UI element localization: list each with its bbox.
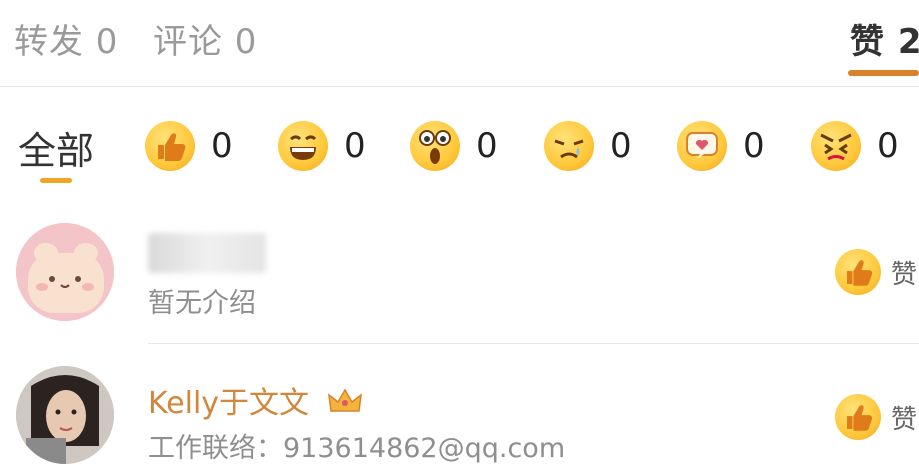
like-label: 赞 — [890, 259, 917, 290]
like-label: 赞 — [890, 404, 917, 435]
list-item[interactable]: 暂无介绍 赞 — [0, 215, 919, 345]
crying-icon — [544, 121, 594, 171]
list-item[interactable]: Kelly于文文 工作联络：913614862@qq.com 赞 — [0, 356, 919, 464]
username-blurred — [148, 233, 266, 273]
tab-like[interactable]: 赞 2 — [850, 14, 919, 63]
filter-angry[interactable]: 0 — [811, 120, 899, 172]
divider — [148, 343, 919, 344]
thumbs-up-icon — [145, 121, 195, 171]
username[interactable]: Kelly于文文 — [148, 378, 363, 425]
tab-repost[interactable]: 转发 0 — [14, 14, 118, 63]
reaction-filter-bar: 全部 0 0 0 0 0 0 — [0, 100, 919, 200]
avatar[interactable] — [16, 366, 114, 464]
username-text: Kelly于文文 — [148, 386, 310, 421]
filter-thumbs-up[interactable]: 0 — [145, 120, 233, 172]
user-bio: 工作联络：913614862@qq.com — [148, 433, 566, 464]
filter-active-indicator — [40, 178, 72, 183]
like-badge: 赞 — [834, 249, 917, 295]
like-badge: 赞 — [834, 394, 917, 440]
user-bio: 暂无介绍 — [148, 288, 256, 319]
reaction-count: 0 — [610, 126, 632, 166]
reaction-count: 0 — [743, 126, 765, 166]
filter-surprised[interactable]: 0 — [410, 120, 498, 172]
tab-bar: 转发 0 评论 0 赞 2 — [0, 0, 919, 87]
filter-laughing[interactable]: 0 — [278, 120, 366, 172]
filter-all[interactable]: 全部 — [18, 120, 94, 175]
thumbs-up-icon — [834, 394, 881, 440]
crown-icon — [327, 385, 363, 425]
laughing-icon — [278, 121, 328, 171]
reaction-count: 0 — [344, 126, 366, 166]
filter-heart[interactable]: 0 — [677, 120, 765, 172]
tab-comment[interactable]: 评论 0 — [153, 14, 257, 63]
reaction-count: 0 — [877, 126, 899, 166]
surprised-icon — [410, 121, 460, 171]
avatar[interactable] — [16, 223, 114, 321]
heart-bubble-icon — [677, 121, 727, 171]
active-tab-indicator — [848, 70, 919, 76]
filter-crying[interactable]: 0 — [544, 120, 632, 172]
reaction-count: 0 — [211, 126, 233, 166]
reaction-count: 0 — [476, 126, 498, 166]
angry-icon — [811, 121, 861, 171]
thumbs-up-icon — [834, 249, 881, 295]
